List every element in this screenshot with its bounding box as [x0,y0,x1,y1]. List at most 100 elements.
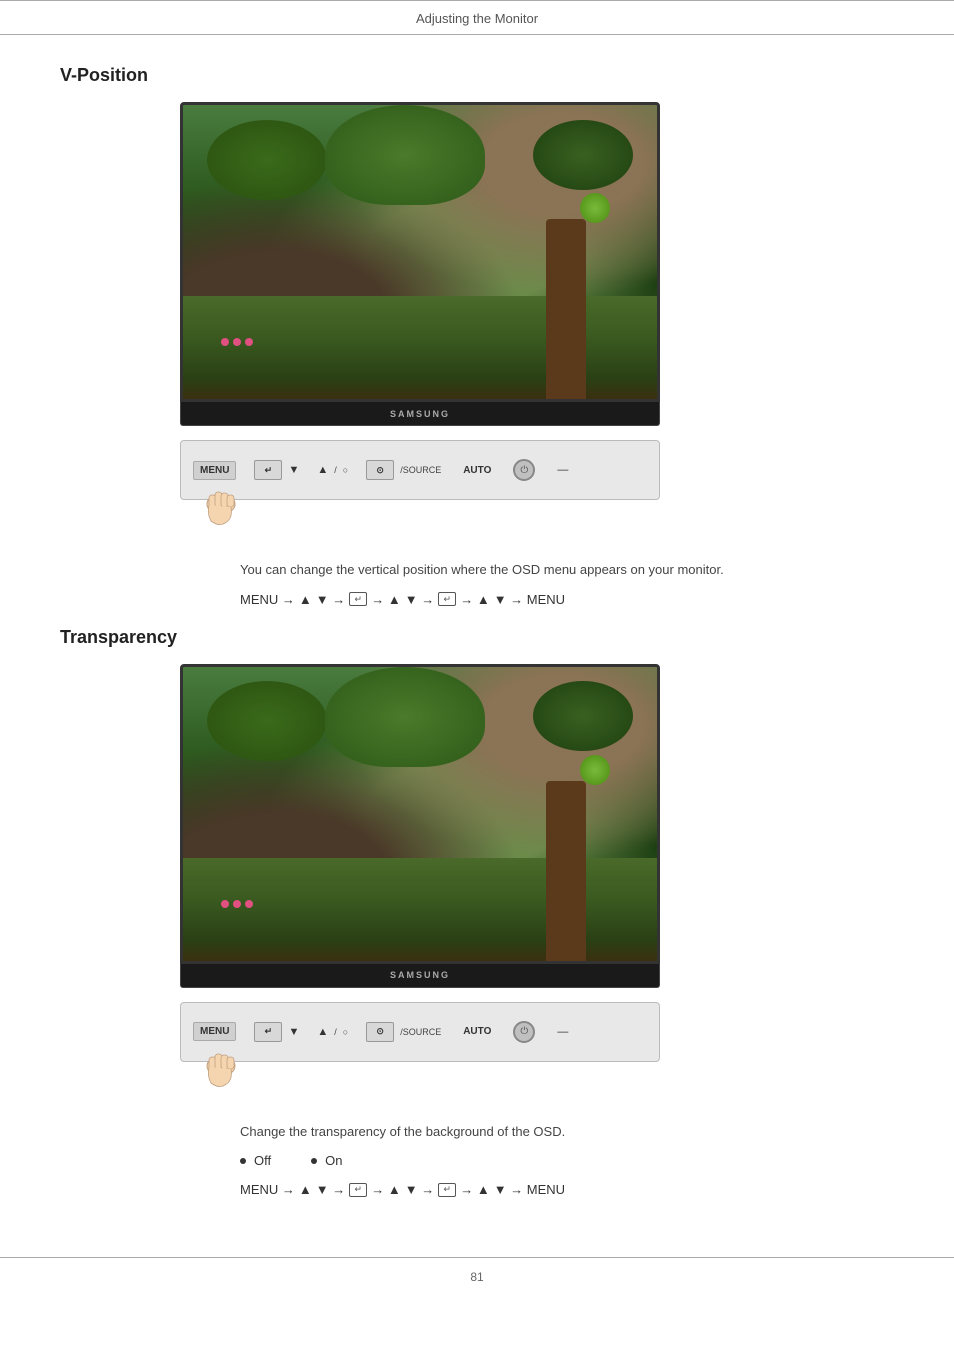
path-arrow-3: → ▲ [460,592,489,607]
menu-path-transparency: MENU → ▲ ▼ → ↵ → ▲ ▼ → ↵ → ▲ ▼ → MENU [240,1182,894,1197]
hand-svg-1 [201,479,261,529]
foliage-center-2 [325,667,485,767]
section-heading-transparency: Transparency [60,627,894,648]
page-number: 81 [0,1264,954,1290]
menu-button-2[interactable]: MENU [193,1022,236,1041]
path-enter-t1: ↵ [349,1183,367,1197]
section-transparency: Transparency [60,627,894,1198]
circle-icon-1: ○ [343,465,348,475]
path-down-3: ▼ → MENU [494,592,565,607]
path-up-1: ▲ [299,592,312,607]
tree-trunk-2 [546,781,586,961]
flower-6 [245,900,253,908]
flower-cluster [221,338,253,346]
auto-button-2[interactable]: AUTO [459,1024,495,1039]
path-enter-1: ↵ [349,592,367,606]
page-container: Adjusting the Monitor V-Position [0,0,954,1350]
control-panel-1: MENU ↵ ▼ ▲ / ○ ⊙ /SOURCE AUTO [180,440,660,500]
path-menu-1: MENU → [240,592,295,607]
page-header-title: Adjusting the Monitor [0,5,954,35]
monitor-bottom-bar-1: SAMSUNG [180,402,660,426]
source-button-2[interactable]: ⊙ [366,1022,394,1042]
hand-illustration-2 [201,1041,261,1091]
menu-button-1[interactable]: MENU [193,461,236,480]
path-down-t3: ▼ → MENU [494,1182,565,1197]
flower-2 [233,338,241,346]
btn-group-4: ▲ / ○ [317,1026,348,1038]
bullet-label-off: Off [254,1153,271,1168]
monitor-bottom-bar-2: SAMSUNG [180,964,660,988]
path-arrow-t2: → ▲ [371,1182,400,1197]
flower-cluster-2 [221,900,253,908]
screen-bg [183,105,657,399]
power-button-2[interactable]: ⏻ [513,1021,535,1043]
monitor-screen-v-position [180,102,660,402]
up-arrow-1: ▲ [317,464,328,476]
flower-4 [221,900,229,908]
down-arrow-1: ▼ [288,464,299,476]
btn-group-source-1: ⊙ /SOURCE [366,460,441,480]
transparency-bullets: Off On [240,1153,894,1168]
source-button-1[interactable]: ⊙ [366,460,394,480]
control-panel-2: MENU ↵ ▼ ▲ / ○ ⊙ /SOURCE AUTO [180,1002,660,1062]
hand-illustration-1 [201,479,261,529]
path-arrow-t3: → ▲ [460,1182,489,1197]
path-down-1: ▼ → [316,592,345,607]
btn-group-2: ▲ / ○ [317,464,348,476]
up-arrow-2: ▲ [317,1026,328,1038]
path-enter-t2: ↵ [438,1183,456,1197]
bullet-dot-off [240,1158,246,1164]
samsung-logo-2: SAMSUNG [390,970,450,980]
path-enter-2: ↵ [438,592,456,606]
menu-path-v-position: MENU → ▲ ▼ → ↵ → ▲ ▼ → ↵ → ▲ ▼ → MENU [240,592,894,607]
description-v-position: You can change the vertical position whe… [240,560,894,580]
bullet-on: On [311,1153,342,1168]
footer-rule [0,1257,954,1258]
section-v-position: V-Position [60,65,894,607]
control-panel-wrapper-2: MENU ↵ ▼ ▲ / ○ ⊙ /SOURCE AUTO [180,1002,894,1062]
path-down-2: ▼ → [405,592,434,607]
circle-icon-2: ○ [343,1027,348,1037]
green-orb-2 [580,755,610,785]
top-rule [0,0,954,1]
samsung-logo-1: SAMSUNG [390,409,450,419]
green-orb [580,193,610,223]
path-menu-t1: MENU → [240,1182,295,1197]
monitor-image-transparency: SAMSUNG [180,664,894,988]
tree-trunk [546,219,586,399]
bullet-label-on: On [325,1153,342,1168]
monitor-screen-transparency [180,664,660,964]
path-up-t1: ▲ [299,1182,312,1197]
enter-button-1[interactable]: ↵ [254,460,282,480]
foliage-right-2 [533,681,633,751]
spacer-2 [60,1082,894,1122]
btn-group-1: ↵ ▼ [254,460,299,480]
foliage-left [207,120,327,200]
foliage-right [533,120,633,190]
spacer-1 [60,520,894,560]
down-arrow-2: ▼ [288,1026,299,1038]
dash-btn-2: — [557,1026,568,1038]
path-down-t2: ▼ → [405,1182,434,1197]
foliage-left-2 [207,681,327,761]
btn-group-source-2: ⊙ /SOURCE [366,1022,441,1042]
foliage-center [325,105,485,205]
flower-3 [245,338,253,346]
path-arrow-2: → ▲ [371,592,400,607]
enter-button-2[interactable]: ↵ [254,1022,282,1042]
source-label-1: /SOURCE [400,465,441,475]
btn-group-3: ↵ ▼ [254,1022,299,1042]
source-label-2: /SOURCE [400,1027,441,1037]
slash-separator-2: / [334,1027,337,1037]
slash-separator-1: / [334,465,337,475]
section-heading-v-position: V-Position [60,65,894,86]
bullet-off: Off [240,1153,271,1168]
path-down-t1: ▼ → [316,1182,345,1197]
flower-1 [221,338,229,346]
dash-btn-1: — [557,464,568,476]
control-panel-wrapper-1: MENU ↵ ▼ ▲ / ○ ⊙ /SOURCE AUTO [180,440,894,500]
auto-button-1[interactable]: AUTO [459,463,495,478]
bullet-dot-on [311,1158,317,1164]
content-area: V-Position [0,55,954,1247]
power-button-1[interactable]: ⏻ [513,459,535,481]
